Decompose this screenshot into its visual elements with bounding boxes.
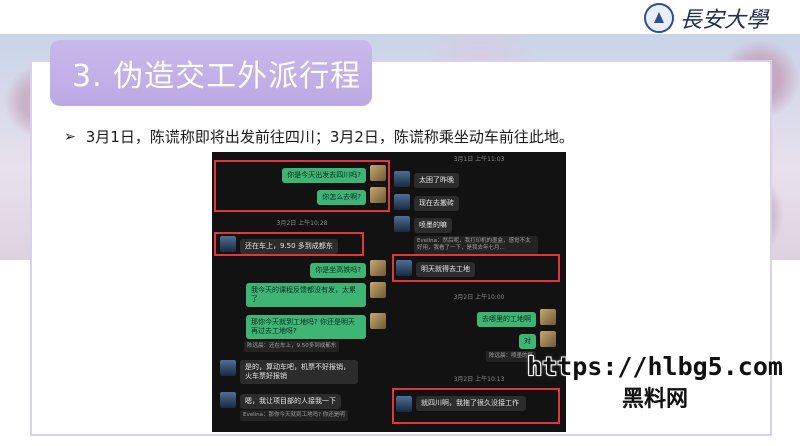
bullet-arrow-icon: ➢ [64, 128, 76, 145]
highlight-box [214, 160, 390, 212]
bullet-point: ➢ 3月1日，陈谎称即将出发前往四川；3月2日，陈谎称乘坐动车前往此地。 [64, 126, 574, 147]
timestamp: 3月1日 上午11:03 [453, 156, 505, 163]
slide-title-box: 3. 伪造交工外派行程 [50, 40, 372, 106]
chat-message: 那你今天就到工地吗? 你还是明天再过去工地呀? [246, 315, 366, 339]
chat-message: 你是坐高铁吗? [310, 263, 366, 278]
quoted-reply: Evelina：然后呢，我打印机的墨盒，感觉不太好用，我看了一下，是我去年七月.… [414, 236, 538, 254]
emblem-icon [643, 3, 674, 33]
highlight-box [392, 254, 560, 282]
chat-message: 去哪里的工地啊 [477, 312, 536, 327]
timestamp: 3月2日 上午10:28 [276, 220, 328, 227]
quoted-reply: 陈远晨：还在车上，9.50多到成都东 [244, 341, 340, 352]
university-name: 長安大學 [679, 8, 768, 33]
chat-message: 太困了昨晚 [414, 173, 459, 188]
avatar [394, 194, 410, 210]
avatar [540, 309, 556, 325]
avatar [394, 171, 410, 187]
avatar [394, 216, 410, 232]
chat-message: 嗯，我让项目部的人接我一下 [240, 394, 341, 409]
chat-message: 是的，算动车吧，机票不好报销，火车票好报销 [240, 360, 358, 384]
chat-message: 对 [519, 334, 536, 349]
avatar [220, 392, 236, 408]
chat-message: 我今天的课程反馈都没有发，太累了 [246, 283, 366, 307]
timestamp: 3月2日 上午10:00 [453, 294, 505, 301]
avatar [370, 260, 386, 276]
highlight-box [214, 232, 364, 256]
watermark-url: https://hlbg5.com [527, 352, 783, 381]
top-bar: 長安大學 [0, 0, 800, 34]
chat-message: 喷墨的嘛 [414, 218, 452, 233]
bullet-text: 3月1日，陈谎称即将出发前往四川；3月2日，陈谎称乘坐动车前往此地。 [85, 128, 574, 146]
avatar [540, 331, 556, 347]
watermark-name: 黑料网 [621, 387, 688, 412]
avatar [370, 282, 386, 298]
avatar [370, 313, 386, 329]
watermark: https://hlbg5.com 黑料网 [510, 352, 800, 413]
chat-left-column: 你是今天出发去四川吗? 你怎么去啊? 3月2日 上午10:28 还在车上，9.5… [212, 152, 392, 432]
university-logo: 長安大學 [643, 2, 768, 34]
avatar [220, 360, 236, 376]
quoted-reply: Evelina：那你今天就到工地吗? 你还是明 [240, 410, 348, 421]
chat-message: 现在去搬砖 [414, 196, 459, 211]
slide-title: 3. 伪造交工外派行程 [72, 59, 362, 94]
